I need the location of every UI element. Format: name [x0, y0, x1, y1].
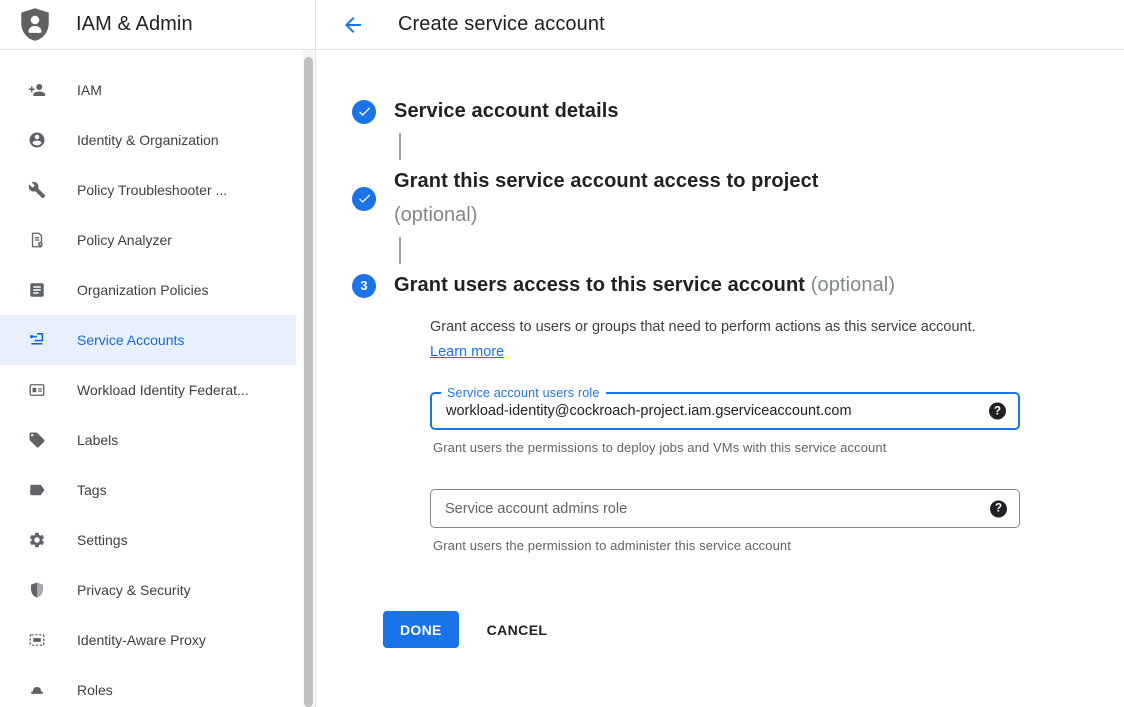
- sidebar-item-service-accounts[interactable]: Service Accounts: [0, 315, 296, 365]
- sidebar: IAM Identity & Organization Policy Troub…: [0, 50, 316, 707]
- step-3-optional-label: (optional): [811, 274, 895, 296]
- step-connector: [399, 133, 401, 160]
- sidebar-scrollbar-track: [303, 50, 314, 707]
- cancel-button[interactable]: CANCEL: [487, 622, 548, 638]
- article-icon: [28, 281, 46, 299]
- sidebar-item-roles[interactable]: Roles: [0, 665, 296, 707]
- person-add-icon: [28, 81, 46, 99]
- wrench-icon: [28, 181, 46, 199]
- sidebar-item-label: Identity-Aware Proxy: [77, 632, 206, 648]
- step-3-title: Grant users access to this service accou…: [394, 272, 895, 299]
- arrow-back-icon: [341, 25, 365, 40]
- sidebar-item-identity-aware-proxy[interactable]: Identity-Aware Proxy: [0, 615, 296, 665]
- users-role-floating-label: Service account users role: [441, 384, 606, 402]
- proxy-icon: [28, 631, 46, 649]
- sidebar-item-tags[interactable]: Tags: [0, 465, 296, 515]
- sidebar-header: IAM & Admin: [0, 0, 316, 49]
- sidebar-item-privacy-security[interactable]: Privacy & Security: [0, 565, 296, 615]
- step-connector: [399, 237, 401, 264]
- help-icon[interactable]: ?: [989, 403, 1006, 420]
- shield-icon: [28, 581, 46, 599]
- shield-person-icon: [20, 8, 50, 41]
- sidebar-item-policy-troubleshooter[interactable]: Policy Troubleshooter ...: [0, 165, 296, 215]
- admins-role-helper-text: Grant users the permission to administer…: [433, 538, 1020, 553]
- sidebar-item-label: Workload Identity Federat...: [77, 382, 249, 398]
- service-account-users-role-field: Service account users role ?: [430, 392, 1020, 430]
- sidebar-scrollbar-thumb[interactable]: [304, 57, 313, 707]
- sidebar-item-settings[interactable]: Settings: [0, 515, 296, 565]
- sidebar-item-label: Policy Analyzer: [77, 232, 172, 248]
- step-2-optional-label: (optional): [394, 202, 819, 229]
- sidebar-item-identity-organization[interactable]: Identity & Organization: [0, 115, 296, 165]
- tag-arrow-icon: [28, 481, 46, 499]
- help-icon[interactable]: ?: [990, 500, 1007, 517]
- step-1-completed-check-icon: [352, 100, 376, 124]
- sidebar-item-label: Service Accounts: [77, 332, 184, 348]
- main-content: Service account details Grant this servi…: [316, 50, 1124, 707]
- users-role-input[interactable]: [432, 403, 1018, 419]
- step-3-grant-users-access: 3 Grant users access to this service acc…: [352, 272, 1124, 299]
- top-app-bar: IAM & Admin Create service account: [0, 0, 1124, 50]
- admins-role-input[interactable]: [431, 501, 1019, 517]
- step-2-completed-check-icon: [352, 187, 376, 211]
- service-account-key-icon: [28, 331, 46, 349]
- users-role-helper-text: Grant users the permissions to deploy jo…: [433, 440, 1020, 455]
- page-title: Create service account: [398, 13, 605, 36]
- service-account-admins-role-field: ?: [430, 489, 1020, 528]
- sidebar-item-label: Roles: [77, 682, 113, 698]
- sidebar-item-label: Policy Troubleshooter ...: [77, 182, 227, 198]
- sidebar-item-label: Identity & Organization: [77, 132, 219, 148]
- step-2-title: Grant this service account access to pro…: [394, 168, 819, 195]
- app-title: IAM & Admin: [76, 13, 193, 36]
- sidebar-item-label: Labels: [77, 432, 118, 448]
- learn-more-link[interactable]: Learn more: [430, 344, 504, 360]
- sidebar-nav: IAM Identity & Organization Policy Troub…: [0, 50, 315, 707]
- sidebar-item-label: Organization Policies: [77, 282, 209, 298]
- sidebar-item-label: Privacy & Security: [77, 582, 191, 598]
- document-gear-icon: [28, 231, 46, 249]
- identity-card-icon: [28, 381, 46, 399]
- sidebar-item-labels[interactable]: Labels: [0, 415, 296, 465]
- form-actions: DONE CANCEL: [383, 611, 1124, 648]
- step-1-title: Service account details: [394, 98, 619, 125]
- page-header: Create service account: [316, 0, 1124, 49]
- create-service-account-stepper: Service account details Grant this servi…: [316, 50, 1124, 648]
- sidebar-item-label: Settings: [77, 532, 128, 548]
- done-button[interactable]: DONE: [383, 611, 459, 648]
- sidebar-item-label: IAM: [77, 82, 102, 98]
- label-tag-icon: [28, 431, 46, 449]
- sidebar-item-workload-identity-federation[interactable]: Workload Identity Federat...: [0, 365, 296, 415]
- step-1-service-account-details[interactable]: Service account details: [352, 98, 1124, 125]
- step-3-description: Grant access to users or groups that nee…: [430, 315, 978, 365]
- grant-users-form: Service account users role ? Grant users…: [430, 392, 1020, 553]
- account-circle-icon: [28, 131, 46, 149]
- step-3-number-badge: 3: [352, 274, 376, 298]
- sidebar-item-label: Tags: [77, 482, 107, 498]
- gear-icon: [28, 531, 46, 549]
- sidebar-item-iam[interactable]: IAM: [0, 65, 296, 115]
- back-button[interactable]: [341, 13, 365, 37]
- hat-icon: [28, 681, 46, 699]
- step-2-grant-access-to-project[interactable]: Grant this service account access to pro…: [352, 168, 1124, 229]
- sidebar-item-organization-policies[interactable]: Organization Policies: [0, 265, 296, 315]
- sidebar-item-policy-analyzer[interactable]: Policy Analyzer: [0, 215, 296, 265]
